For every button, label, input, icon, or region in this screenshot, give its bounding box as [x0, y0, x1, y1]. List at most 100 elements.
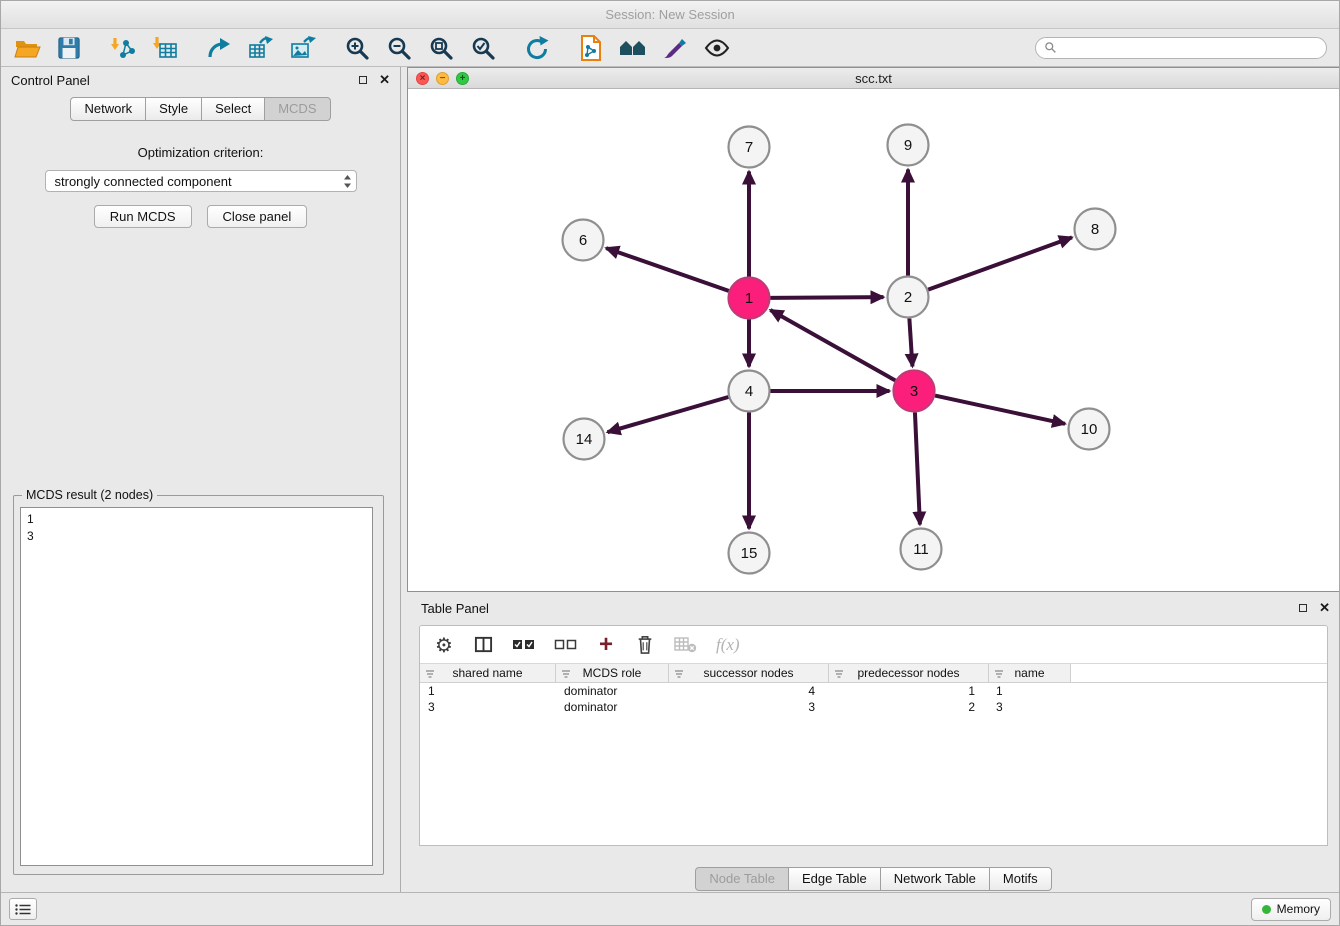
mcds-result-line: 3: [27, 528, 366, 545]
add-column-button[interactable]: +: [596, 635, 616, 655]
close-panel-button[interactable]: Close panel: [207, 205, 308, 228]
close-table-panel-icon[interactable]: ✕: [1319, 600, 1330, 616]
open-session-button[interactable]: [11, 33, 43, 63]
network-node[interactable]: 8: [1075, 209, 1116, 250]
tab-style[interactable]: Style: [145, 97, 202, 121]
network-edge[interactable]: [915, 412, 920, 524]
network-document-icon: [579, 35, 603, 61]
deselect-all-columns-button[interactable]: [554, 637, 577, 652]
zoom-out-button[interactable]: [383, 33, 415, 63]
network-edge[interactable]: [770, 297, 883, 298]
memory-button[interactable]: Memory: [1251, 898, 1331, 921]
delete-table-button[interactable]: [674, 636, 697, 653]
search-box[interactable]: [1035, 37, 1327, 59]
cell-predecessor-nodes: 2: [829, 700, 989, 714]
export-image-button[interactable]: [287, 33, 319, 63]
table-row[interactable]: 3 dominator 3 2 3: [420, 699, 1327, 715]
sort-icon: [674, 668, 684, 682]
network-edge[interactable]: [928, 237, 1072, 289]
network-window-titlebar[interactable]: × − + scc.txt: [408, 68, 1339, 89]
tab-network[interactable]: Network: [70, 97, 146, 121]
network-graph[interactable]: 7 9 6 8 1 2 4 3 14 10 15 11: [408, 89, 1339, 591]
network-node-label: 11: [913, 541, 929, 558]
cell-successor-nodes: 4: [669, 684, 829, 698]
network-node-label: 3: [910, 383, 918, 400]
mcds-result-list[interactable]: 1 3: [20, 507, 373, 866]
show-columns-button[interactable]: [473, 635, 493, 654]
export-image-icon: [290, 35, 316, 61]
network-node[interactable]: 15: [729, 533, 770, 574]
control-panel-title: Control Panel: [11, 73, 359, 88]
memory-status-icon: [1262, 905, 1271, 914]
window-titlebar[interactable]: Session: New Session: [1, 1, 1339, 29]
network-node[interactable]: 11: [901, 529, 942, 570]
column-header-successor-nodes[interactable]: successor nodes: [669, 664, 829, 682]
first-neighbors-button[interactable]: [617, 33, 649, 63]
export-network-button[interactable]: [203, 33, 235, 63]
function-builder-button[interactable]: f(x): [716, 635, 740, 655]
mcds-result-group: MCDS result (2 nodes) 1 3: [13, 495, 384, 875]
zoom-fit-button[interactable]: [425, 33, 457, 63]
network-node[interactable]: 7: [729, 127, 770, 168]
minimize-window-icon[interactable]: −: [436, 72, 449, 85]
network-node[interactable]: 6: [563, 220, 604, 261]
network-node[interactable]: 1: [729, 278, 770, 319]
network-edge[interactable]: [935, 396, 1065, 424]
close-window-icon[interactable]: ×: [416, 72, 429, 85]
network-edge[interactable]: [606, 248, 729, 291]
tab-node-table[interactable]: Node Table: [695, 867, 789, 891]
delete-column-button[interactable]: [635, 634, 655, 655]
network-node[interactable]: 3: [894, 371, 935, 412]
tab-motifs[interactable]: Motifs: [989, 867, 1052, 891]
network-node-label: 4: [745, 383, 753, 400]
save-session-button[interactable]: [53, 33, 85, 63]
column-header-shared-name[interactable]: shared name: [420, 664, 556, 682]
optimization-criterion-select[interactable]: strongly connected component: [45, 170, 357, 192]
table-toolbar: ⚙: [420, 626, 1327, 664]
network-file-button[interactable]: [575, 33, 607, 63]
zoom-group: [341, 33, 499, 63]
select-all-columns-button[interactable]: [512, 637, 535, 652]
column-header-mcds-role[interactable]: MCDS role: [556, 664, 669, 682]
column-header-predecessor-nodes[interactable]: predecessor nodes: [829, 664, 989, 682]
column-header-name[interactable]: name: [989, 664, 1071, 682]
search-input[interactable]: [1057, 41, 1326, 55]
network-edge[interactable]: [608, 397, 729, 432]
cell-name: 3: [989, 700, 1071, 714]
table-panel-title: Table Panel: [421, 601, 1299, 616]
float-table-panel-icon[interactable]: [1299, 604, 1307, 612]
maximize-window-icon[interactable]: +: [456, 72, 469, 85]
zoom-selected-button[interactable]: [467, 33, 499, 63]
tab-edge-table[interactable]: Edge Table: [788, 867, 881, 891]
export-table-button[interactable]: [245, 33, 277, 63]
tab-select[interactable]: Select: [201, 97, 265, 121]
sort-icon: [994, 668, 1004, 682]
apply-layout-button[interactable]: [521, 33, 553, 63]
network-node[interactable]: 14: [564, 419, 605, 460]
import-table-button[interactable]: [149, 33, 181, 63]
network-node[interactable]: 10: [1069, 409, 1110, 450]
tab-mcds[interactable]: MCDS: [264, 97, 330, 121]
network-node[interactable]: 2: [888, 277, 929, 318]
show-hide-button[interactable]: [701, 33, 733, 63]
network-edge[interactable]: [909, 318, 912, 366]
control-panel-header: Control Panel ✕: [1, 67, 400, 93]
network-node[interactable]: 9: [888, 125, 929, 166]
run-mcds-button[interactable]: Run MCDS: [94, 205, 192, 228]
tab-network-table[interactable]: Network Table: [880, 867, 990, 891]
float-panel-icon[interactable]: [359, 76, 367, 84]
sort-icon: [834, 668, 844, 682]
table-settings-button[interactable]: ⚙: [434, 633, 454, 657]
network-node[interactable]: 4: [729, 371, 770, 412]
zoom-in-button[interactable]: [341, 33, 373, 63]
save-icon: [57, 36, 81, 60]
import-network-button[interactable]: [107, 33, 139, 63]
network-window-title: scc.txt: [408, 71, 1339, 86]
network-edge[interactable]: [770, 310, 895, 380]
column-header-label: predecessor nodes: [857, 666, 959, 680]
task-history-button[interactable]: [9, 898, 37, 920]
style-brush-button[interactable]: [659, 33, 691, 63]
table-row[interactable]: 1 dominator 4 1 1: [420, 683, 1327, 699]
network-canvas[interactable]: 7 9 6 8 1 2 4 3 14 10 15 11: [408, 89, 1339, 591]
close-panel-icon[interactable]: ✕: [379, 72, 390, 88]
